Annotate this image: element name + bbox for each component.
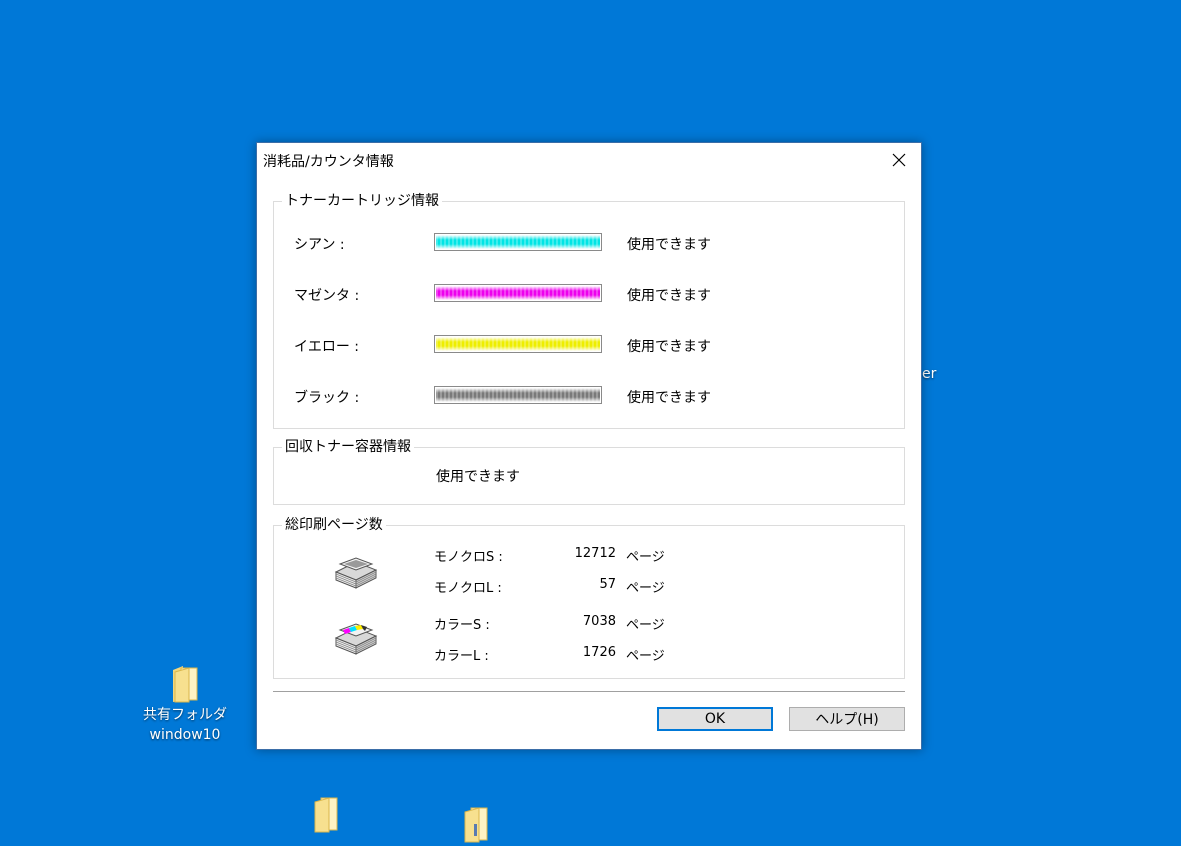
desktop-icon-label-line2: window10 <box>149 727 221 743</box>
toner-level-bar <box>434 284 602 302</box>
help-button[interactable]: ヘルプ(H) <box>789 707 905 731</box>
desktop-icon-folder-3[interactable] <box>440 804 510 844</box>
dialog-separator <box>273 691 905 692</box>
consumables-counter-dialog: 消耗品/カウンタ情報 トナーカートリッジ情報 シアン : 使用できます マゼンタ… <box>256 142 922 750</box>
count-label-mono-s: モノクロS : <box>434 550 503 565</box>
toner-level-fill <box>436 235 600 249</box>
count-label-color-s: カラーS : <box>434 618 490 633</box>
page-count-group-legend: 総印刷ページ数 <box>282 516 386 534</box>
toner-level-fill <box>436 337 600 351</box>
toner-status: 使用できます <box>627 390 711 406</box>
count-value-mono-s: 12712 <box>574 546 616 561</box>
count-unit: ページ <box>626 649 665 664</box>
zip-folder-icon <box>464 807 488 843</box>
toner-row-cyan: シアン : 使用できます <box>274 232 904 254</box>
toner-label: マゼンタ : <box>294 288 360 304</box>
toner-row-black: ブラック : 使用できます <box>274 385 904 407</box>
toner-status: 使用できます <box>627 237 711 253</box>
toner-label: シアン : <box>294 237 345 253</box>
toner-level-fill <box>436 286 600 300</box>
toner-group-legend: トナーカートリッジ情報 <box>282 192 442 210</box>
close-button[interactable] <box>877 143 921 177</box>
ok-button[interactable]: OK <box>657 707 773 731</box>
toner-row-yellow: イエロー : 使用できます <box>274 334 904 356</box>
dialog-title: 消耗品/カウンタ情報 <box>263 154 394 170</box>
count-unit: ページ <box>626 581 665 596</box>
desktop-icon-label-line1: 共有フォルダ <box>143 707 227 723</box>
folder-icon <box>314 797 338 833</box>
count-value-mono-l: 57 <box>599 577 616 592</box>
toner-level-bar <box>434 335 602 353</box>
count-unit: ページ <box>626 550 665 565</box>
toner-status: 使用できます <box>627 339 711 355</box>
count-value-color-s: 7038 <box>582 614 616 629</box>
toner-label: イエロー : <box>294 339 360 355</box>
count-unit: ページ <box>626 618 665 633</box>
desktop-edge-text: er <box>922 366 937 382</box>
toner-status: 使用できます <box>627 288 711 304</box>
waste-toner-group: 回収トナー容器情報 使用できます <box>273 438 905 505</box>
count-label-mono-l: モノクロL : <box>434 581 502 596</box>
toner-level-fill <box>436 388 600 402</box>
mono-paper-stack-icon <box>334 557 378 589</box>
desktop-icon-shared-folder[interactable]: 共有フォルダ window10 <box>130 664 240 746</box>
close-icon <box>892 153 906 167</box>
count-label-color-l: カラーL : <box>434 649 489 664</box>
toner-row-magenta: マゼンタ : 使用できます <box>274 283 904 305</box>
toner-level-bar <box>434 386 602 404</box>
desktop-icon-folder-2[interactable] <box>290 794 360 834</box>
folder-icon <box>173 666 198 703</box>
color-paper-stack-icon <box>334 623 378 655</box>
toner-label: ブラック : <box>294 390 360 406</box>
waste-group-legend: 回収トナー容器情報 <box>282 438 414 456</box>
page-count-group: 総印刷ページ数 モノクロS : 12712 ページ モノクロL: 57 ページ… <box>273 516 905 679</box>
toner-level-bar <box>434 233 602 251</box>
count-value-color-l: 1726 <box>582 645 616 660</box>
dialog-titlebar[interactable]: 消耗品/カウンタ情報 <box>257 143 921 177</box>
toner-cartridge-group: トナーカートリッジ情報 シアン : 使用できます マゼンタ : 使用できます イ… <box>273 192 905 429</box>
waste-status: 使用できます <box>436 469 520 485</box>
